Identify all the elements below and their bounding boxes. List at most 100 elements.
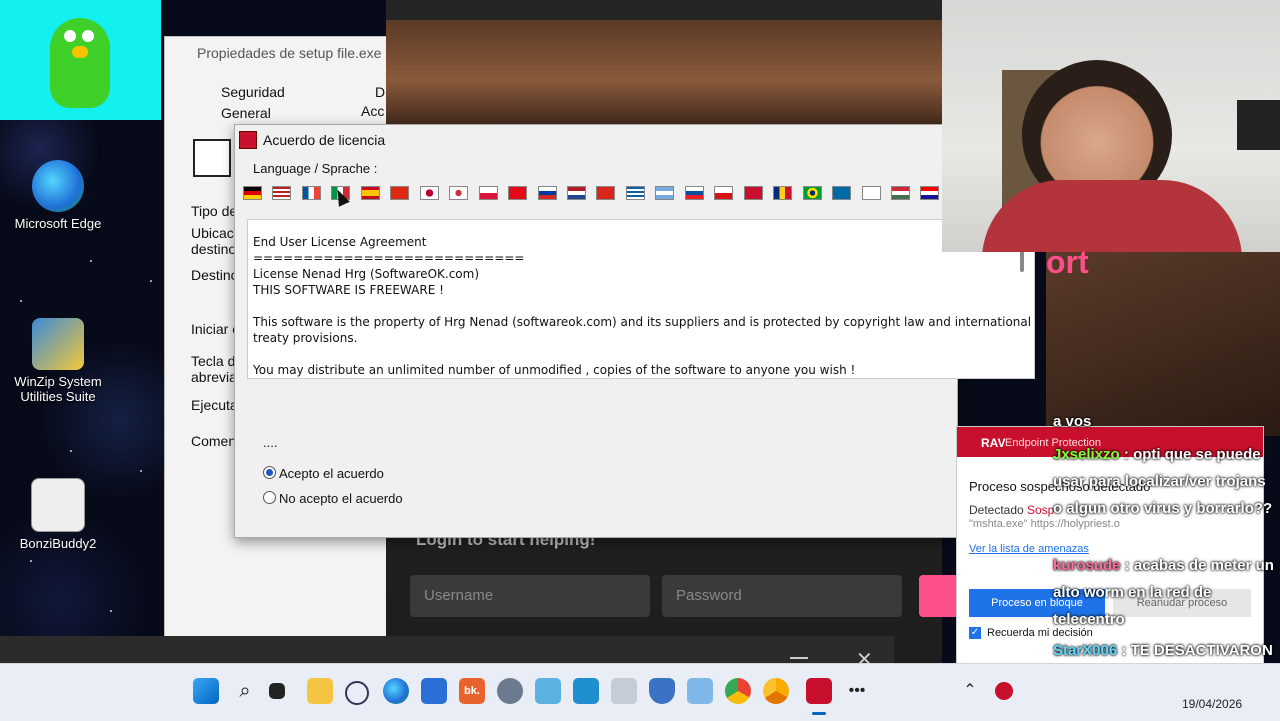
flag-nl-icon[interactable] [566,186,586,200]
flag-fi-icon[interactable] [861,186,881,200]
bonzibuddy-icon [31,478,85,532]
edge-icon[interactable] [383,678,409,704]
chat-message: Jxselixzo : opti que se puede usar para … [1053,446,1273,517]
eula-line: =========================== [253,251,525,265]
store-icon[interactable] [421,678,447,704]
tab-seguridad[interactable]: Seguridad [221,84,285,100]
tab-acc[interactable]: Acc [361,103,384,119]
flag-de-icon[interactable] [243,186,262,200]
flag-fr-icon[interactable] [301,186,321,200]
bk-icon[interactable]: bk. [459,678,485,704]
label-iniciar: Iniciar e [191,321,241,337]
eula-line: License Nenad Hrg (SoftwareOK.com) [253,267,480,281]
control-panel-icon[interactable] [535,678,561,704]
flag-us-icon[interactable] [272,186,292,200]
license-dialog-title: Acuerdo de licencia [263,132,386,148]
ellipsis-text: .... [263,435,278,450]
eula-line: treaty provisions. [253,331,358,345]
flag-hr-icon[interactable] [920,186,940,200]
winzip-icon [32,318,84,370]
shortcut-arrow-icon [193,139,231,177]
av-brand: RAV [981,436,1006,450]
minimize-icon[interactable] [790,657,808,659]
search-icon[interactable]: ⌕ [232,678,258,704]
password-input[interactable]: Password [662,575,902,617]
chat-user: Jxselixzo [1053,446,1120,463]
flag-es-icon[interactable] [360,186,380,200]
flag-kr-icon[interactable] [449,186,469,200]
language-flags [243,186,957,200]
eula-line: You may distribute an unlimited number o… [253,363,856,377]
desktop-icon-edge[interactable]: Microsoft Edge [3,160,113,231]
flag-hu-icon[interactable] [890,186,910,200]
download-icon[interactable] [611,678,637,704]
taskbar: ⌕ bk. ••• ⌃ 19/04/2026 [0,663,1280,721]
username-input[interactable]: Username [410,575,650,617]
chat-text: a vos [1053,413,1092,430]
chat-message: kurosude : acabas de meter un alto worm … [1053,557,1274,628]
eula-line: End User License Agreement [253,235,427,249]
chrome-canary-icon[interactable] [763,678,789,704]
flag-sk-icon[interactable] [684,186,704,200]
eula-scrollbar[interactable] [1020,250,1024,272]
window-bottom-bar: ✕ [0,636,894,670]
edge-icon [32,160,84,212]
desktop-icon-label: BonziBuddy2 [19,536,97,551]
flag-ar-icon[interactable] [655,186,675,200]
license-dialog[interactable]: Acuerdo de licencia Language / Sprache : [234,124,1035,538]
web-login-button[interactable] [919,575,959,617]
av-detected-label: Detectado [969,503,1024,517]
flag-cn-icon[interactable] [390,186,410,200]
decline-label[interactable]: No acepto el acuerdo [279,491,403,506]
accept-radio[interactable] [263,466,276,479]
language-label: Language / Sprache : [253,161,378,176]
active-indicator [812,712,826,715]
chevron-up-icon[interactable]: ⌃ [957,678,983,704]
chrome-icon[interactable] [725,678,751,704]
flag-tr-icon[interactable] [508,186,528,200]
desktop-icon-bonzibuddy[interactable]: BonziBuddy2 [3,478,113,551]
license-app-icon[interactable] [806,678,832,704]
flag-br-icon[interactable] [802,186,822,200]
flag-se-icon[interactable] [832,186,852,200]
shield-icon[interactable] [649,678,675,704]
desktop-icon-label: Microsoft Edge [14,216,102,231]
tab-general[interactable]: General [221,105,271,121]
start-icon[interactable] [193,678,219,704]
accept-label[interactable]: Acepto el acuerdo [279,466,384,481]
decline-radio[interactable] [263,491,276,504]
av-remember-checkbox[interactable]: ✓ [969,627,981,639]
chat-user: StarX006 [1053,642,1118,659]
flag-cz-icon[interactable] [714,186,734,200]
flag-ru-icon[interactable] [537,186,557,200]
flag-dk-icon[interactable] [743,186,763,200]
flag-gr-icon[interactable] [625,186,645,200]
flag-ro-icon[interactable] [773,186,793,200]
tray-app-icon[interactable] [995,682,1013,700]
photos-icon[interactable] [573,678,599,704]
file-explorer-icon[interactable] [307,678,333,704]
eula-line: This software is the property of Hrg Nen… [253,315,1032,329]
label-comentario: Comen [191,433,237,449]
bonzi-parrot-image [0,0,161,120]
desktop-icon-label: WinZip System Utilities Suite [14,374,102,404]
v-icon[interactable] [687,678,713,704]
chat-user: kurosude [1053,557,1121,574]
chat-message: a vos [1053,408,1273,435]
more-icon[interactable]: ••• [844,678,870,704]
label-destino: Destino [191,267,239,283]
flag-pl-icon[interactable] [478,186,498,200]
eula-textbox[interactable]: End User License Agreement =============… [247,219,1035,379]
eula-line: THIS SOFTWARE IS FREEWARE ! [253,283,444,297]
task-view-icon[interactable] [269,683,285,699]
flag-jp-icon[interactable] [419,186,439,200]
clock-date[interactable]: 19/04/2026 [1182,697,1242,711]
settings-icon[interactable] [497,678,523,704]
av-detected-status: Sosp [1027,503,1055,517]
app-icon [239,131,257,149]
tab-d[interactable]: D [375,84,385,100]
ort-text: ort [1046,244,1089,280]
desktop-icon-winzip[interactable]: WinZip System Utilities Suite [3,318,113,404]
sync-icon[interactable] [345,681,369,705]
flag-vn-icon[interactable] [596,186,616,200]
